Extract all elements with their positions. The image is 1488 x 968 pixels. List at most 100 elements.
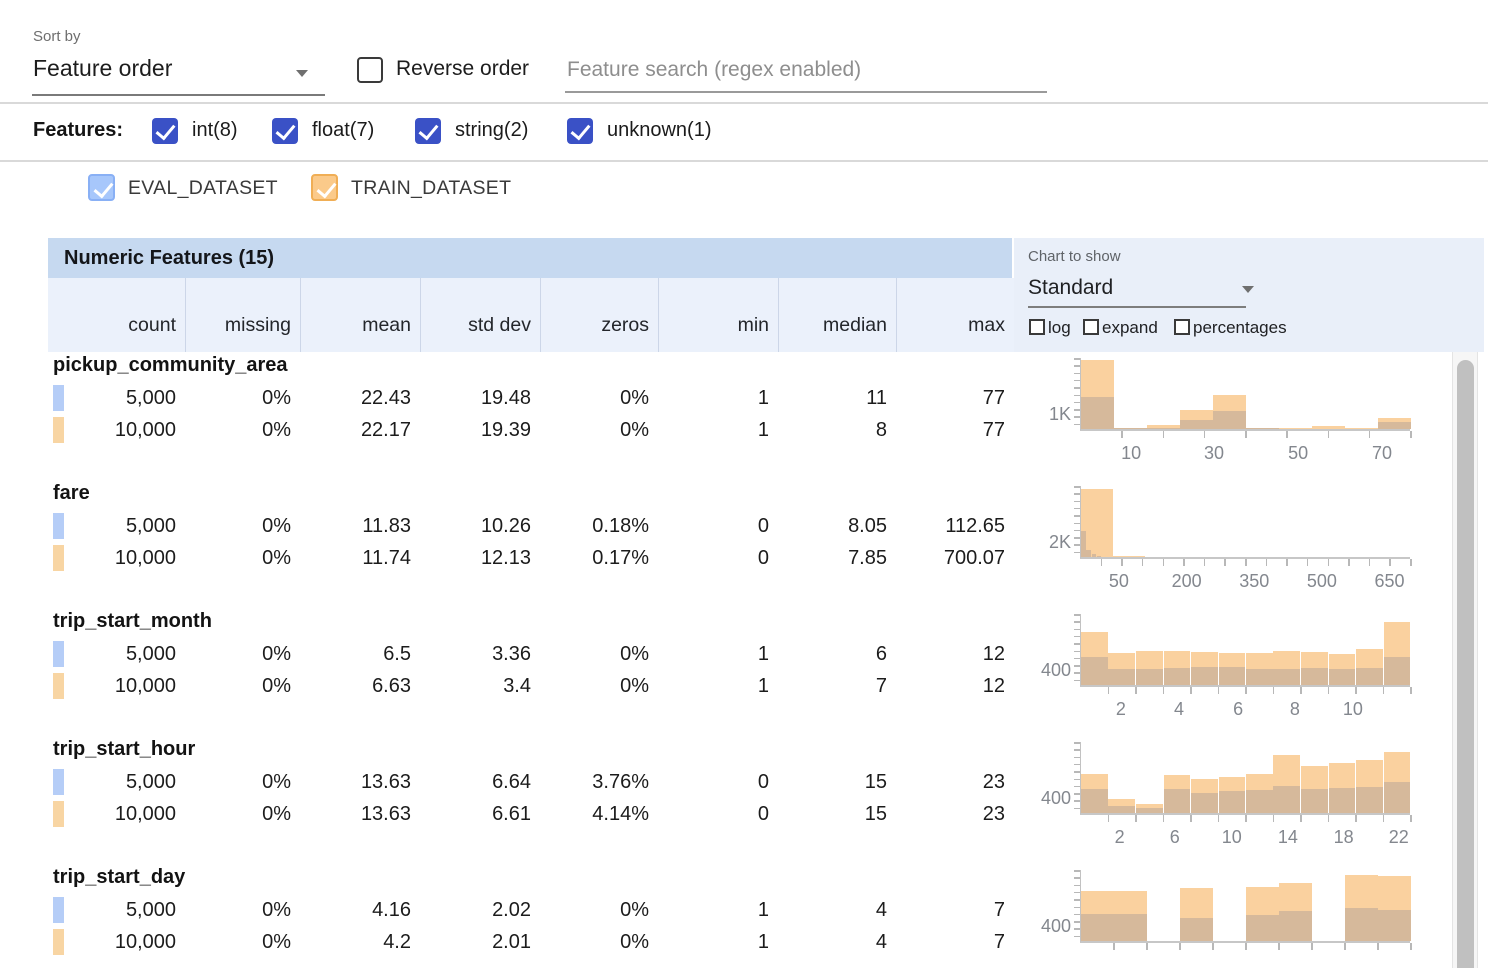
- chevron-down-icon[interactable]: [296, 70, 308, 77]
- histogram-bar-train: [1213, 395, 1246, 429]
- y-axis-tick: [1074, 387, 1080, 389]
- y-axis-tick: [1074, 928, 1080, 930]
- y-axis-tick: [1074, 395, 1080, 397]
- stat-value: 77: [896, 414, 1005, 446]
- stat-value: 1: [658, 414, 769, 446]
- stat-value: 4.14%: [540, 798, 649, 830]
- stat-row-train: 10,0000%22.1719.390%1877: [48, 414, 1014, 446]
- facets-overview-page: Sort by Feature order Reverse order Feat…: [0, 0, 1488, 968]
- y-axis-tick: [1074, 508, 1080, 510]
- y-axis-tick: [1074, 892, 1080, 894]
- x-axis-tick: [1369, 431, 1371, 438]
- dataset-checkbox-train-dataset[interactable]: [311, 174, 338, 201]
- y-axis-tick: [1074, 358, 1080, 360]
- histogram-bar-train: [1136, 804, 1163, 813]
- histogram-bar-train: [1345, 428, 1378, 429]
- type-filter-label: float(7): [312, 119, 374, 142]
- divider-top: [0, 102, 1488, 104]
- histogram-trip-start-month: 400246810: [1080, 614, 1410, 687]
- stat-value: 19.39: [420, 414, 531, 446]
- scrollbar-thumb[interactable]: [1457, 360, 1474, 968]
- x-axis-tick: [1328, 687, 1330, 694]
- stat-value: 3.36: [420, 638, 531, 670]
- stat-row-train: 10,0000%6.633.40%1712: [48, 670, 1014, 702]
- dataset-label: TRAIN_DATASET: [351, 177, 511, 200]
- stat-row-eval: 5,0000%13.636.643.76%01523: [48, 766, 1014, 798]
- stat-value: 10,000: [48, 798, 176, 830]
- stat-value: 1: [658, 670, 769, 702]
- histogram-bar-train: [1219, 777, 1246, 813]
- column-header-count: count: [48, 278, 185, 352]
- x-axis-tick-label: 50: [1087, 571, 1151, 592]
- type-filter-checkbox-unknown-1[interactable]: [567, 118, 593, 144]
- histogram-bar-train: [1378, 876, 1411, 941]
- column-header-max: max: [896, 278, 1014, 352]
- stat-value: 4: [778, 926, 887, 958]
- x-axis-tick: [1410, 943, 1412, 950]
- feature-row-trip-start-hour: trip_start_hour5,0000%13.636.643.76%0152…: [48, 736, 1452, 864]
- dataset-checkbox-eval-dataset[interactable]: [88, 174, 115, 201]
- histogram-bar-train: [1246, 774, 1273, 813]
- divider-features: [0, 160, 1488, 162]
- y-axis-tick: [1074, 486, 1080, 488]
- feature-row-trip-start-month: trip_start_month5,0000%6.53.360%161210,0…: [48, 608, 1452, 736]
- x-axis-tick-label: 6: [1143, 827, 1207, 848]
- chart-option-label: expand: [1102, 318, 1158, 338]
- chart-type-underline: [1028, 306, 1246, 308]
- stat-value: 5,000: [48, 382, 176, 414]
- column-header-mean: mean: [300, 278, 420, 352]
- stat-value: 0%: [185, 766, 291, 798]
- x-axis-tick: [1355, 687, 1357, 694]
- histogram-bar-train: [1329, 763, 1356, 813]
- stat-value: 7.85: [778, 542, 887, 574]
- chart-option-checkbox-percentages[interactable]: [1174, 319, 1190, 335]
- x-axis-tick: [1142, 559, 1144, 566]
- stat-value: 5,000: [48, 510, 176, 542]
- stat-row-eval: 5,0000%22.4319.480%11177: [48, 382, 1014, 414]
- y-axis-tick: [1074, 614, 1080, 616]
- stat-value: 19.48: [420, 382, 531, 414]
- histogram-pickup-community-area: 1K10305070: [1080, 358, 1410, 431]
- x-axis-tick-label: 50: [1266, 443, 1330, 464]
- chart-option-checkbox-log[interactable]: [1029, 319, 1045, 335]
- x-axis-tick: [1113, 943, 1115, 950]
- feature-row-pickup-community-area: pickup_community_area5,0000%22.4319.480%…: [48, 352, 1452, 480]
- stat-value: 1: [658, 894, 769, 926]
- chart-type-select[interactable]: Standard: [1028, 276, 1113, 300]
- y-axis-tick: [1074, 808, 1080, 810]
- sort-by-select[interactable]: Feature order: [33, 55, 172, 82]
- stat-value: 0%: [540, 926, 649, 958]
- type-filter-checkbox-string-2[interactable]: [415, 118, 441, 144]
- x-axis-tick: [1273, 687, 1275, 694]
- type-filter-checkbox-int-8[interactable]: [152, 118, 178, 144]
- x-axis-tick: [1311, 943, 1313, 950]
- x-axis-tick: [1410, 431, 1412, 438]
- vertical-scrollbar[interactable]: [1452, 352, 1478, 968]
- y-axis-tick: [1074, 515, 1080, 517]
- stat-value: 22.17: [300, 414, 411, 446]
- x-axis-tick: [1369, 559, 1371, 566]
- y-axis-tick: [1074, 530, 1080, 532]
- x-axis-tick: [1218, 687, 1220, 694]
- stat-value: 23: [896, 798, 1005, 830]
- chevron-down-icon[interactable]: [1242, 286, 1254, 293]
- histogram-bar-train: [1136, 651, 1163, 685]
- x-axis-tick: [1146, 943, 1148, 950]
- stat-value: 5,000: [48, 894, 176, 926]
- y-axis-tick: [1074, 786, 1080, 788]
- x-axis-tick: [1135, 815, 1137, 822]
- y-axis-tick: [1074, 921, 1080, 923]
- reverse-order-checkbox[interactable]: [357, 57, 383, 83]
- x-axis-tick: [1204, 559, 1206, 566]
- sort-by-label: Sort by: [33, 28, 81, 45]
- x-axis-tick-label: 30: [1182, 443, 1246, 464]
- y-axis-tick: [1074, 493, 1080, 495]
- stat-row-eval: 5,0000%11.8310.260.18%08.05112.65: [48, 510, 1014, 542]
- stat-row-eval: 5,0000%4.162.020%147: [48, 894, 1014, 926]
- histogram-bar-train: [1273, 651, 1300, 685]
- histogram-bar-train: [1279, 428, 1312, 429]
- type-filter-checkbox-float-7[interactable]: [272, 118, 298, 144]
- feature-search-input[interactable]: Feature search (regex enabled): [567, 58, 861, 82]
- histogram-bar-train: [1164, 651, 1191, 685]
- chart-option-checkbox-expand[interactable]: [1083, 319, 1099, 335]
